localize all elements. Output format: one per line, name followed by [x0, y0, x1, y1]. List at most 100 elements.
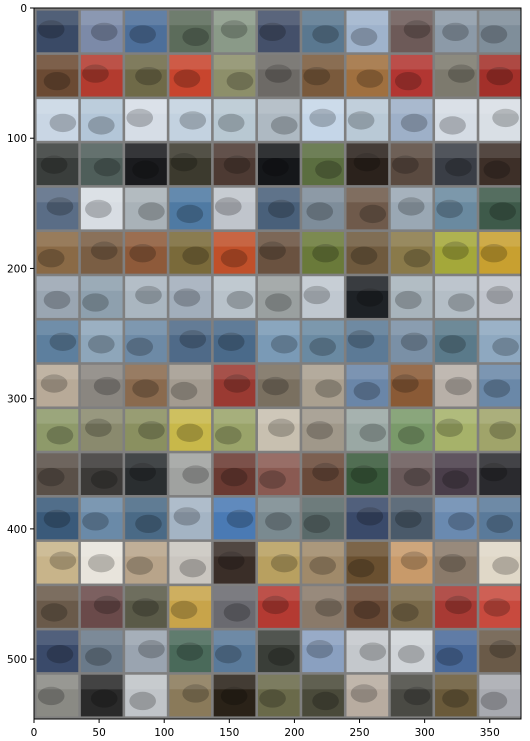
tile-subject [138, 202, 165, 221]
tile-highlight [169, 453, 212, 468]
tile-highlight [36, 10, 79, 26]
image-tile [36, 320, 79, 363]
tile-highlight [479, 586, 521, 601]
image-tile [169, 586, 212, 628]
tile-subject [170, 600, 198, 620]
image-tile [169, 497, 212, 540]
tile-subject [43, 290, 71, 310]
image-tile [346, 630, 389, 673]
image-tile [302, 320, 344, 363]
tile-subject [315, 598, 342, 617]
tile-subject [132, 379, 159, 398]
image-tile [213, 231, 256, 274]
image-tile [390, 143, 433, 186]
image-tile [390, 541, 433, 584]
tile-highlight [435, 54, 477, 70]
tile-highlight [346, 674, 389, 690]
image-tile [125, 630, 167, 673]
tile-subject [176, 423, 204, 442]
image-tile [36, 586, 79, 628]
image-tile [169, 541, 212, 584]
tile-subject [126, 556, 154, 575]
tile-subject [394, 71, 422, 91]
x-axis: 0 50 100 150 200 250 300 350 [31, 719, 500, 739]
tile-highlight [36, 630, 79, 646]
image-tile [257, 320, 300, 363]
image-tile [302, 497, 344, 540]
y-tick-label: 200 [7, 263, 27, 275]
tile-subject [356, 288, 384, 307]
image-tile [36, 630, 79, 673]
tile-highlight [169, 276, 212, 291]
tile-subject [220, 686, 248, 706]
image-tile [213, 630, 256, 673]
tile-highlight [435, 541, 477, 557]
tile-subject [129, 691, 156, 711]
tile-highlight [390, 54, 433, 70]
tile-subject [90, 22, 118, 42]
image-tile [125, 364, 167, 407]
tile-subject [312, 244, 339, 263]
tile-subject [90, 470, 118, 489]
tile-highlight [302, 99, 344, 114]
image-tile [390, 10, 433, 53]
tile-highlight [125, 276, 167, 291]
tile-highlight [257, 409, 300, 424]
tile-subject [309, 337, 336, 356]
tile-subject [442, 689, 469, 708]
image-tile [435, 320, 477, 363]
image-tile [257, 99, 300, 141]
tile-highlight [346, 99, 389, 114]
image-tile [435, 187, 477, 230]
tile-subject [350, 465, 378, 484]
image-tile [390, 586, 433, 628]
tile-subject [43, 509, 71, 529]
image-tile [213, 143, 256, 186]
tile-highlight [213, 187, 256, 203]
tile-subject [480, 244, 508, 263]
tile-subject [82, 512, 109, 531]
image-tile [302, 586, 344, 628]
image-tile [346, 453, 389, 496]
tile-subject [265, 512, 292, 531]
image-tile [36, 99, 79, 141]
image-tile [125, 541, 167, 584]
tile-highlight [346, 541, 389, 557]
tile-highlight [257, 143, 300, 159]
image-tile [479, 364, 521, 407]
tile-subject [176, 642, 204, 661]
tile-highlight [213, 99, 256, 114]
tile-subject [217, 332, 245, 351]
image-tile [302, 409, 344, 451]
tile-subject [442, 22, 469, 42]
tile-highlight [435, 453, 477, 468]
tile-highlight [169, 630, 212, 646]
tile-subject [447, 512, 475, 531]
tile-subject [436, 647, 463, 666]
tile-highlight [80, 453, 123, 468]
tile-highlight [80, 630, 123, 646]
image-tile [346, 409, 389, 451]
y-tick-label: 300 [7, 394, 27, 406]
tile-highlight [302, 586, 344, 601]
tile-subject [135, 66, 162, 86]
image-tile [435, 586, 477, 628]
tile-subject [182, 465, 209, 484]
tile-subject [315, 160, 342, 179]
image-tile [36, 143, 79, 186]
image-tile [302, 54, 344, 97]
tile-subject [129, 25, 156, 44]
image-tile [169, 231, 212, 274]
tile-highlight [390, 231, 433, 247]
tile-highlight [479, 54, 521, 70]
tile-highlight [36, 187, 79, 203]
tile-highlight [346, 630, 389, 646]
tile-highlight [213, 54, 256, 70]
image-tile [169, 187, 212, 230]
tile-subject [226, 290, 254, 310]
tile-highlight [169, 187, 212, 203]
tile-subject [392, 603, 419, 622]
image-tile [125, 231, 167, 274]
tile-highlight [80, 409, 123, 424]
image-tile [435, 54, 477, 97]
